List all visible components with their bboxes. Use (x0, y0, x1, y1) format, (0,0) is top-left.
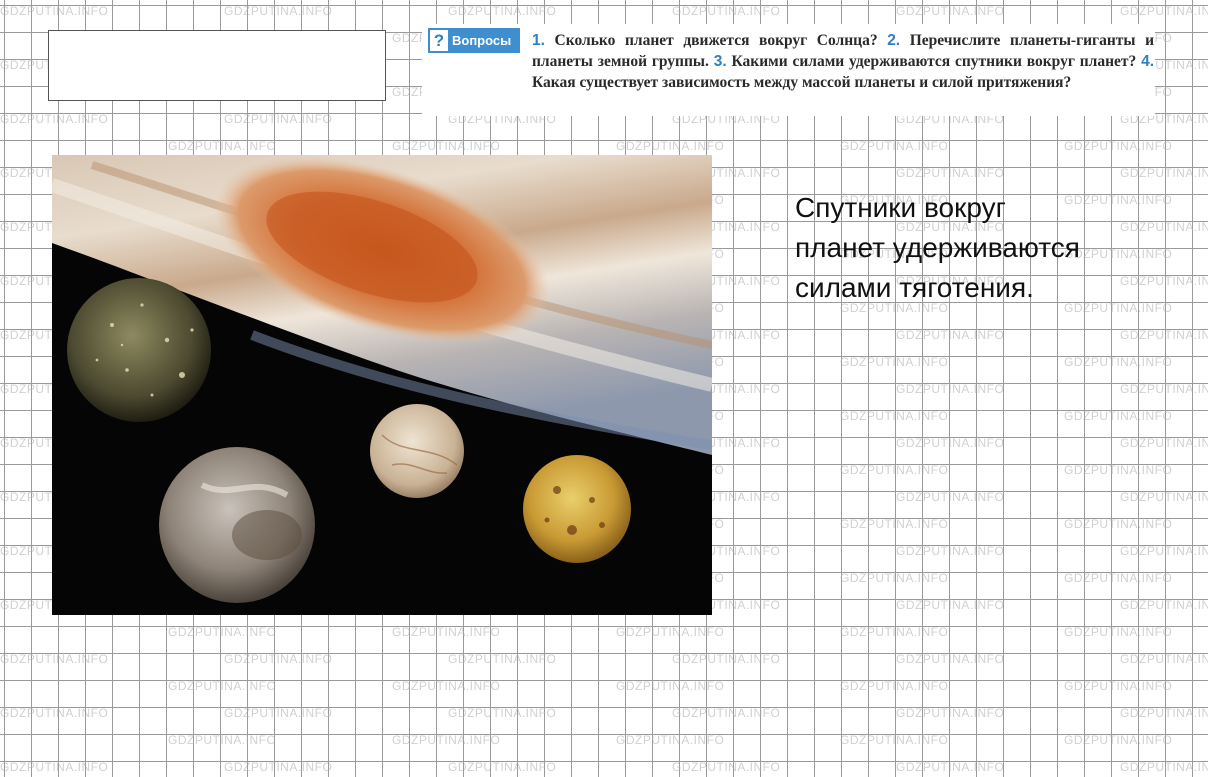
watermark-text: GDZPUTINA.INFO (896, 652, 1005, 666)
watermark-text: GDZPUTINA.INFO (1120, 652, 1208, 666)
watermark-text: GDZPUTINA.INFO (1064, 571, 1173, 585)
questions-panel: ? Вопросы 1. Сколько планет движется вок… (422, 24, 1155, 116)
watermark-text: GDZPUTINA.INFO (0, 706, 109, 720)
questions-text: 1. Сколько планет движется вокруг Солнца… (532, 30, 1154, 93)
watermark-text: GDZPUTINA.INFO (672, 760, 781, 774)
watermark-text: GDZPUTINA.INFO (1064, 733, 1173, 747)
watermark-text: GDZPUTINA.INFO (840, 409, 949, 423)
watermark-text: GDZPUTINA.INFO (672, 652, 781, 666)
watermark-text: GDZPUTINA.INFO (616, 733, 725, 747)
watermark-text: GDZPUTINA.INFO (616, 625, 725, 639)
watermark-text: GDZPUTINA.INFO (1064, 409, 1173, 423)
watermark-text: GDZPUTINA.INFO (1120, 490, 1208, 504)
watermark-text: GDZPUTINA.INFO (840, 355, 949, 369)
watermark-text: GDZPUTINA.INFO (896, 436, 1005, 450)
watermark-text: GDZPUTINA.INFO (672, 706, 781, 720)
watermark-text: GDZPUTINA.INFO (1120, 706, 1208, 720)
watermark-text: GDZPUTINA.INFO (840, 463, 949, 477)
question-text: Сколько планет движется вокруг Солнца? (554, 32, 878, 49)
watermark-text: GDZPUTINA.INFO (896, 166, 1005, 180)
answer-line: силами тяготения. (795, 272, 1034, 303)
watermark-text: GDZPUTINA.INFO (1120, 166, 1208, 180)
watermark-text: GDZPUTINA.INFO (448, 4, 557, 18)
watermark-text: GDZPUTINA.INFO (392, 139, 501, 153)
watermark-text: GDZPUTINA.INFO (1120, 598, 1208, 612)
watermark-text: GDZPUTINA.INFO (392, 625, 501, 639)
callisto-shape (67, 278, 211, 422)
watermark-text: GDZPUTINA.INFO (1120, 436, 1208, 450)
watermark-text: GDZPUTINA.INFO (896, 598, 1005, 612)
watermark-text: GDZPUTINA.INFO (1064, 679, 1173, 693)
watermark-text: GDZPUTINA.INFO (0, 652, 109, 666)
question-number: 4. (1141, 53, 1155, 70)
watermark-text: GDZPUTINA.INFO (392, 679, 501, 693)
watermark-text: GDZPUTINA.INFO (840, 517, 949, 531)
questions-badge-label: Вопросы (452, 33, 512, 48)
watermark-text: GDZPUTINA.INFO (616, 679, 725, 693)
question-number: 1. (532, 32, 545, 49)
watermark-text: GDZPUTINA.INFO (1120, 328, 1208, 342)
watermark-text: GDZPUTINA.INFO (672, 4, 781, 18)
question-number: 3. (713, 53, 727, 70)
watermark-text: GDZPUTINA.INFO (840, 733, 949, 747)
watermark-text: GDZPUTINA.INFO (896, 382, 1005, 396)
answer-blank-box (48, 30, 386, 101)
watermark-text: GDZPUTINA.INFO (896, 544, 1005, 558)
watermark-text: GDZPUTINA.INFO (896, 760, 1005, 774)
watermark-text: GDZPUTINA.INFO (392, 733, 501, 747)
watermark-text: GDZPUTINA.INFO (896, 328, 1005, 342)
watermark-text: GDZPUTINA.INFO (840, 139, 949, 153)
answer-line: планет удерживаются (795, 232, 1080, 263)
question-text: Какими силами удерживаются спутники вокр… (731, 53, 1137, 70)
watermark-text: GDZPUTINA.INFO (168, 733, 277, 747)
watermark-text: GDZPUTINA.INFO (1064, 463, 1173, 477)
watermark-text: GDZPUTINA.INFO (224, 760, 333, 774)
io-shape (523, 455, 631, 563)
watermark-text: GDZPUTINA.INFO (168, 139, 277, 153)
watermark-text: GDZPUTINA.INFO (896, 4, 1005, 18)
watermark-text: GDZPUTINA.INFO (1120, 4, 1208, 18)
watermark-text: GDZPUTINA.INFO (448, 760, 557, 774)
watermark-text: GDZPUTINA.INFO (840, 679, 949, 693)
answer-text: Спутники вокруг планет удерживаются сила… (795, 188, 1155, 308)
watermark-text: GDZPUTINA.INFO (224, 706, 333, 720)
watermark-text: GDZPUTINA.INFO (616, 139, 725, 153)
watermark-text: GDZPUTINA.INFO (1120, 544, 1208, 558)
answer-line: Спутники вокруг (795, 192, 1006, 223)
watermark-text: GDZPUTINA.INFO (168, 679, 277, 693)
watermark-text: GDZPUTINA.INFO (0, 4, 109, 18)
watermark-text: GDZPUTINA.INFO (168, 625, 277, 639)
question-number: 2. (887, 32, 901, 49)
watermark-text: GDZPUTINA.INFO (224, 112, 333, 126)
watermark-text: GDZPUTINA.INFO (896, 490, 1005, 504)
watermark-text: GDZPUTINA.INFO (840, 571, 949, 585)
question-mark-icon: ? (430, 30, 448, 51)
watermark-text: GDZPUTINA.INFO (896, 706, 1005, 720)
watermark-text: GDZPUTINA.INFO (840, 625, 949, 639)
watermark-text: GDZPUTINA.INFO (448, 706, 557, 720)
watermark-text: GDZPUTINA.INFO (0, 112, 109, 126)
jupiter-moons-photo (52, 155, 712, 615)
watermark-text: GDZPUTINA.INFO (1064, 139, 1173, 153)
watermark-text: GDZPUTINA.INFO (1064, 355, 1173, 369)
questions-badge: ? Вопросы (428, 28, 520, 53)
watermark-text: GDZPUTINA.INFO (448, 652, 557, 666)
jupiter-moons-illustration (52, 155, 712, 615)
question-text: Какая существует зависимость между массо… (532, 74, 1072, 91)
watermark-text: GDZPUTINA.INFO (1064, 625, 1173, 639)
watermark-text: GDZPUTINA.INFO (1120, 760, 1208, 774)
watermark-text: GDZPUTINA.INFO (224, 652, 333, 666)
watermark-text: GDZPUTINA.INFO (224, 4, 333, 18)
watermark-text: GDZPUTINA.INFO (1120, 382, 1208, 396)
watermark-text: GDZPUTINA.INFO (0, 760, 109, 774)
europa-shape (370, 404, 464, 498)
watermark-text: GDZPUTINA.INFO (1064, 517, 1173, 531)
